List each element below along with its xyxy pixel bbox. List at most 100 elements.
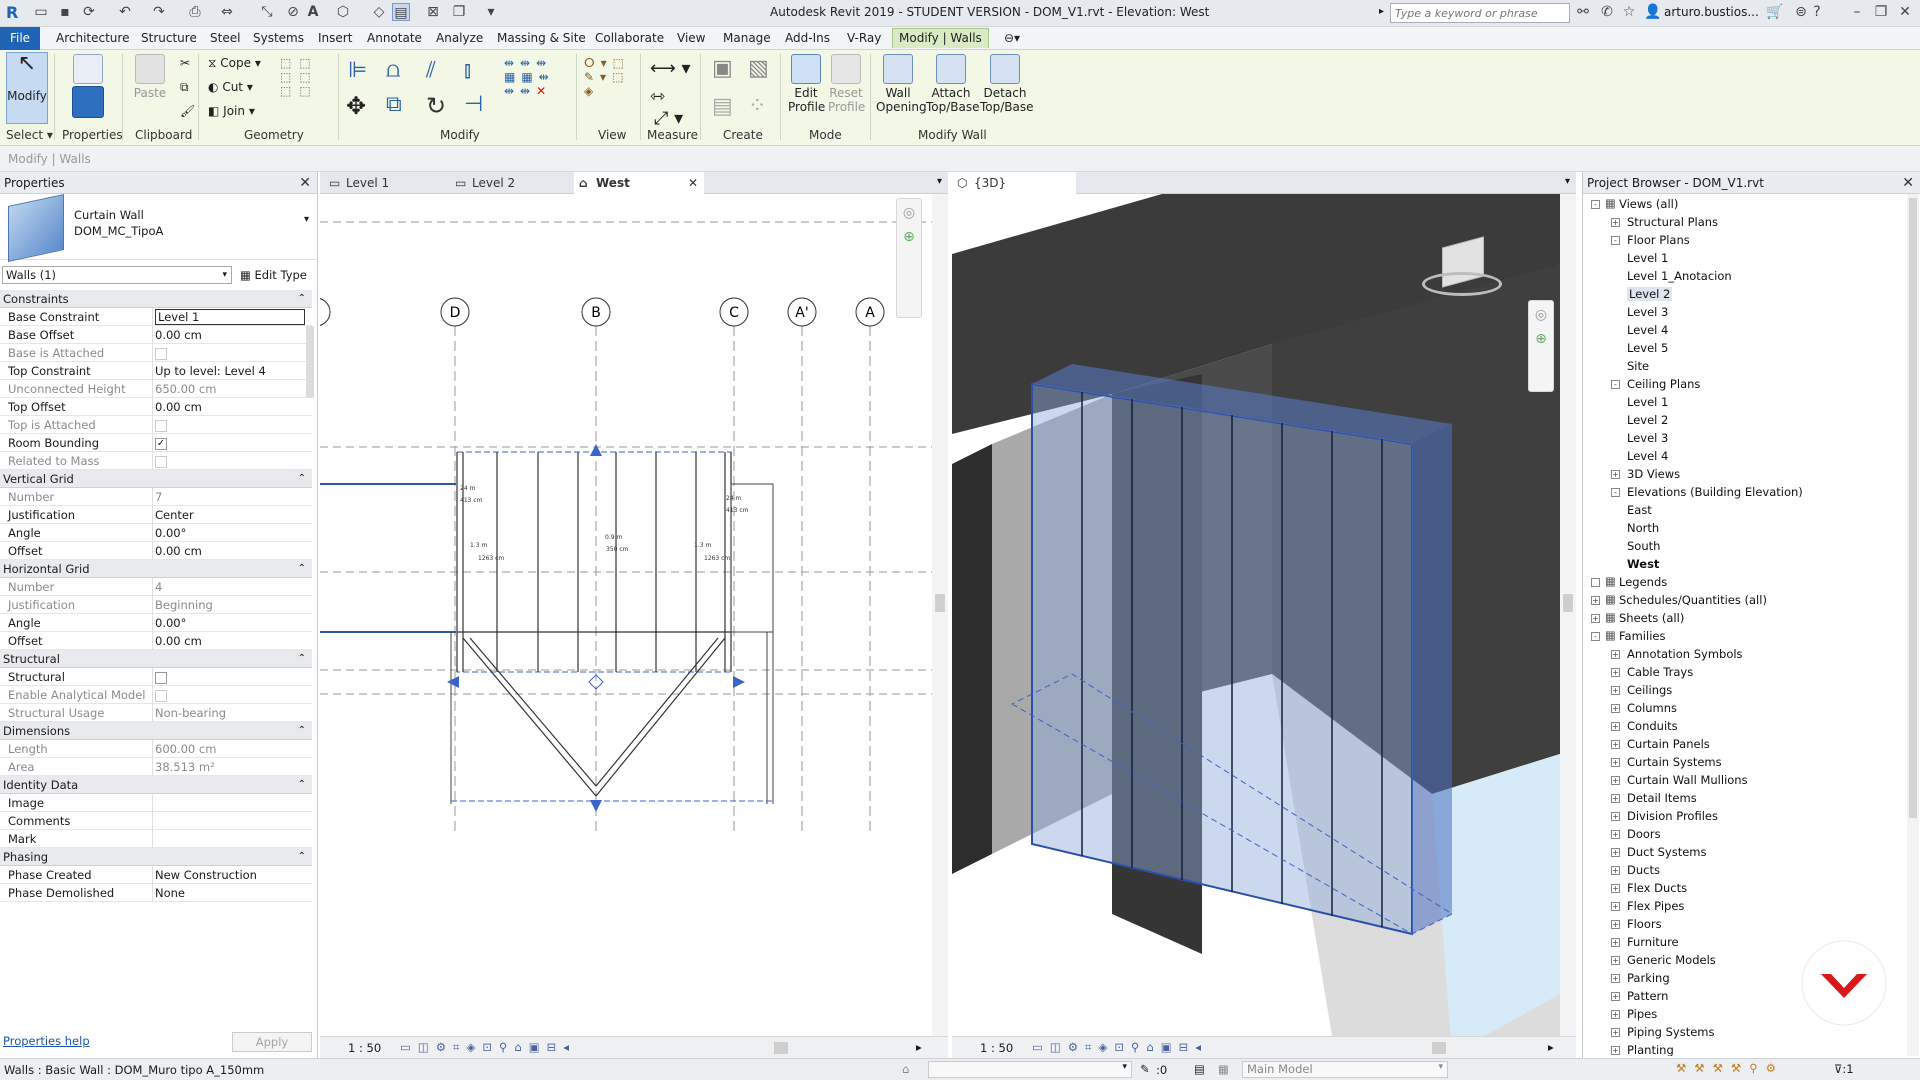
expand-node-icon[interactable]: + <box>1611 812 1620 821</box>
property-row[interactable]: Angle 0.00° <box>0 614 312 632</box>
sync-icon[interactable]: ⟳ <box>80 3 98 21</box>
collapse-icon[interactable]: ⌃ <box>298 722 306 740</box>
expand-node-icon[interactable]: + <box>1611 956 1620 965</box>
property-row[interactable]: Justification Beginning <box>0 596 312 614</box>
browser-item[interactable]: Generic Models <box>1627 953 1716 967</box>
property-row[interactable]: Top Offset 0.00 cm <box>0 398 312 416</box>
temporary-dimension-label[interactable]: 1.3 m <box>694 542 711 549</box>
curtain-wall-selection[interactable] <box>456 451 732 673</box>
expand-node-icon[interactable]: + <box>1611 740 1620 749</box>
browser-item[interactable]: Pipes <box>1627 1007 1657 1021</box>
browser-item[interactable]: Floors <box>1627 917 1662 931</box>
collapse-node-icon[interactable]: - <box>1591 200 1600 209</box>
expand-node-icon[interactable]: + <box>1611 1046 1620 1055</box>
property-row[interactable]: Unconnected Height 650.00 cm <box>0 380 312 398</box>
property-value[interactable]: Non-bearing <box>155 706 226 720</box>
checkbox-icon[interactable] <box>155 347 167 360</box>
type-selector[interactable]: Curtain Wall DOM_MC_TipoA ▾ <box>0 194 318 262</box>
property-category[interactable]: Identity Data ⌃ <box>0 776 312 794</box>
property-value[interactable]: 0.00 cm <box>155 634 202 648</box>
browser-item[interactable]: Pattern <box>1627 989 1668 1003</box>
expand-node-icon[interactable]: + <box>1611 884 1620 893</box>
browser-item[interactable]: Curtain Wall Mullions <box>1627 773 1748 787</box>
tab-modify-walls[interactable]: Modify | Walls <box>892 28 989 48</box>
create-part-icon[interactable]: ▣ <box>712 56 733 81</box>
tabs-dropdown-icon[interactable]: ▾ <box>1565 176 1570 187</box>
modify-button[interactable]: ↖ Modify <box>6 52 48 124</box>
temporary-dimension-label[interactable]: 1263 cm <box>704 555 730 562</box>
modify-small-icons[interactable]: ⇹⇹⇹ ▦▦⇹ ⇹⇹✕ <box>504 56 555 98</box>
browser-item[interactable]: North <box>1627 521 1659 535</box>
browser-item[interactable]: Elevations (Building Elevation) <box>1627 485 1803 499</box>
collapse-icon[interactable]: ⌃ <box>298 560 306 578</box>
attach-top-base-button[interactable]: Attach Top/Base <box>926 54 980 114</box>
user-icon[interactable]: 👤 <box>1644 3 1662 21</box>
expand-node-icon[interactable]: + <box>1611 776 1620 785</box>
view-scale[interactable]: 1 : 50 <box>348 1041 381 1055</box>
binoculars-icon[interactable]: ⚯ <box>1574 3 1592 21</box>
horizontal-scroll-thumb[interactable] <box>774 1042 788 1054</box>
properties-button[interactable] <box>66 54 110 120</box>
tab-systems[interactable]: Systems <box>253 31 304 45</box>
browser-item[interactable]: Duct Systems <box>1627 845 1707 859</box>
property-value[interactable]: 650.00 cm <box>155 382 216 396</box>
property-row[interactable]: Phase Created New Construction <box>0 866 312 884</box>
design-options-icon[interactable]: ▤ <box>1194 1062 1205 1076</box>
wall-opening-button[interactable]: Wall Opening <box>876 54 927 114</box>
rotate-icon[interactable]: ↻ <box>426 92 446 120</box>
property-row[interactable]: Top is Attached <box>0 416 312 434</box>
group-select-label[interactable]: Select ▾ <box>6 128 53 142</box>
property-value[interactable]: Center <box>155 508 194 522</box>
detach-top-base-button[interactable]: Detach Top/Base <box>980 54 1034 114</box>
checkbox-icon[interactable] <box>155 455 167 468</box>
expand-node-icon[interactable]: + <box>1611 992 1620 1001</box>
property-category[interactable]: Dimensions ⌃ <box>0 722 312 740</box>
3d-view-window[interactable]: ⬡ {3D} ▾ ◎ ⊕ 1 : 50 ▭◫⚙⌗◈⊡⚲⌂▣⊟◂ ▸ <box>952 172 1576 1058</box>
property-checkbox[interactable] <box>155 688 167 702</box>
property-row[interactable]: Base Offset 0.00 cm <box>0 326 312 344</box>
help-icon[interactable]: ? <box>1808 3 1826 21</box>
save-icon[interactable]: ▪ <box>56 3 74 21</box>
property-value[interactable]: Up to level: Level 4 <box>155 364 266 378</box>
browser-item[interactable]: Level 2 <box>1627 287 1673 301</box>
tab-3d[interactable]: ⬡ {3D} <box>952 172 1076 194</box>
redo-icon[interactable]: ↷ <box>150 3 168 21</box>
temporary-dimension-label[interactable]: 24 m <box>726 495 742 502</box>
collapse-icon[interactable]: ⌃ <box>298 290 306 308</box>
copy-clipboard-icon[interactable]: ⧉ <box>180 80 189 95</box>
tab-vray[interactable]: V-Ray <box>847 31 881 45</box>
model-dropdown[interactable]: Main Model ▾ <box>1242 1061 1448 1078</box>
vertical-scrollbar[interactable] <box>932 194 948 1036</box>
worksets-icon[interactable]: ⌂ <box>902 1062 909 1076</box>
temporary-dimension-label[interactable]: 0.9 m <box>605 534 622 541</box>
browser-item[interactable]: East <box>1627 503 1652 517</box>
minimize-icon[interactable]: – <box>1848 3 1866 21</box>
tab-insert[interactable]: Insert <box>318 31 352 45</box>
scroll-right-icon[interactable]: ▸ <box>916 1040 922 1054</box>
restore-icon[interactable]: ❐ <box>1872 3 1890 21</box>
property-category[interactable]: Constraints ⌃ <box>0 290 312 308</box>
measure-dimension-icon[interactable]: ⇿ <box>650 86 665 107</box>
browser-item[interactable]: Structural Plans <box>1627 215 1718 229</box>
browser-item[interactable]: Conduits <box>1627 719 1678 733</box>
view-control-icons[interactable]: ▭◫⚙⌗◈⊡⚲⌂▣⊟◂ <box>400 1040 576 1055</box>
checkbox-icon[interactable] <box>155 689 167 702</box>
property-checkbox[interactable] <box>155 454 167 468</box>
text-icon[interactable]: A <box>304 3 322 21</box>
property-category[interactable]: Phasing ⌃ <box>0 848 312 866</box>
browser-item[interactable]: Ducts <box>1627 863 1660 877</box>
property-row[interactable]: Structural Usage Non-bearing <box>0 704 312 722</box>
match-properties-icon[interactable]: 🖌 <box>180 104 195 118</box>
property-row[interactable]: Base Constraint Level 1 <box>0 308 312 326</box>
browser-item[interactable]: Legends <box>1619 575 1667 589</box>
temporary-dimension-label[interactable]: 24 m <box>460 485 476 492</box>
expand-node-icon[interactable]: + <box>1611 938 1620 947</box>
temporary-dimension-label[interactable]: 413 cm <box>460 497 483 504</box>
customize-qat-icon[interactable]: ▾ <box>482 3 500 21</box>
scroll-thumb[interactable] <box>1909 198 1917 818</box>
collapse-icon[interactable]: ⌃ <box>298 848 306 866</box>
browser-item[interactable]: West <box>1627 557 1659 571</box>
browser-item[interactable]: Level 1 <box>1627 395 1668 409</box>
property-row[interactable]: Base is Attached <box>0 344 312 362</box>
expand-node-icon[interactable]: + <box>1591 596 1600 605</box>
